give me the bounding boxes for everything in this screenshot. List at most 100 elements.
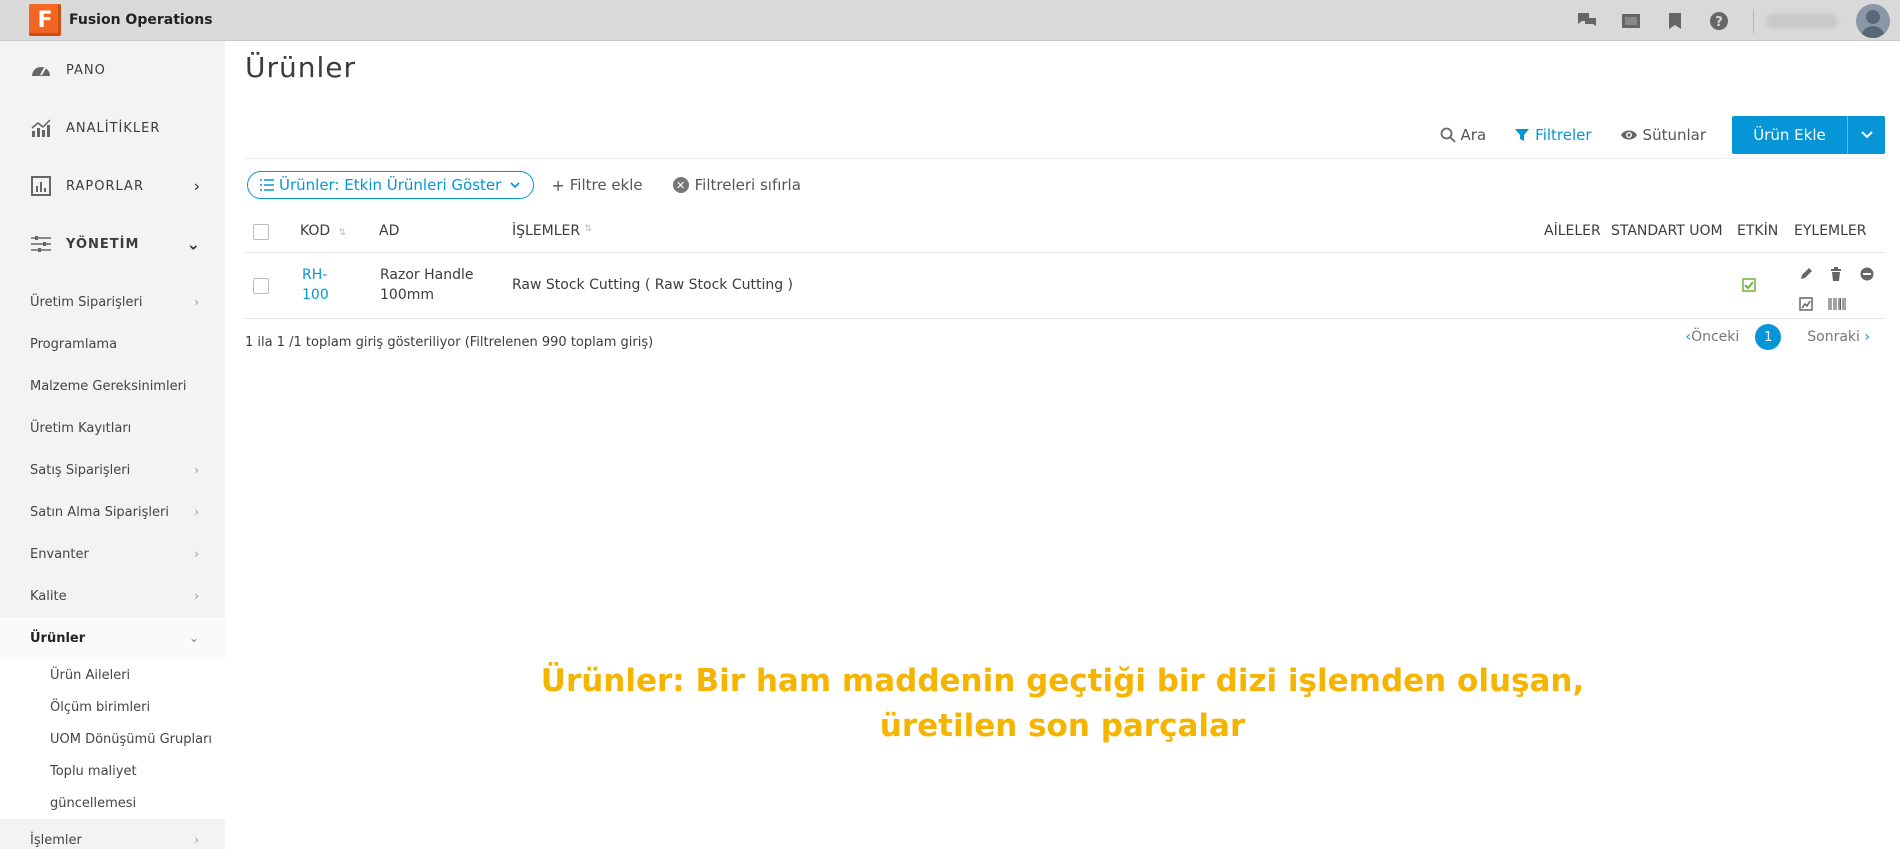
- nav-analytics[interactable]: ANALİTİKLER: [0, 99, 225, 157]
- sidebar-item-operations[interactable]: İşlemler ›: [0, 819, 225, 849]
- sidebar-item-inventory[interactable]: Envanter ›: [0, 533, 225, 575]
- filter-icon: [1515, 129, 1530, 141]
- top-bar: F Fusion Operations ?: [0, 0, 1900, 41]
- sidebar-item-bulk-cost[interactable]: Toplu maliyet: [0, 755, 225, 787]
- search-label: Ara: [1460, 126, 1487, 144]
- delete-icon[interactable]: [1828, 266, 1844, 282]
- chat-icon[interactable]: [1575, 9, 1599, 33]
- sidebar-item-quality[interactable]: Kalite ›: [0, 575, 225, 617]
- app-logo[interactable]: F: [29, 4, 61, 36]
- sidebar: PANO ANALİTİKLER RAPORLAR › YÖNETİM ⌄ Ür…: [0, 41, 225, 849]
- top-icons: ?: [1565, 0, 1900, 41]
- edit-icon[interactable]: [1798, 266, 1814, 282]
- help-icon[interactable]: ?: [1707, 9, 1731, 33]
- sidebar-item-sales-orders[interactable]: Satış Siparişleri ›: [0, 449, 225, 491]
- plus-icon: +: [551, 175, 565, 195]
- chevron-down-icon: [1860, 131, 1873, 139]
- filters-button[interactable]: Filtreler: [1514, 126, 1592, 144]
- product-name: Razor Handle 100mm: [380, 265, 474, 305]
- page-1-button[interactable]: 1: [1755, 324, 1782, 350]
- add-product-dropdown[interactable]: [1847, 116, 1885, 154]
- sidebar-item-label: güncellemesi: [50, 795, 137, 811]
- chevron-right-icon: ›: [193, 176, 201, 196]
- column-header-code[interactable]: KOD ⇅: [300, 223, 346, 239]
- search-icon: [1440, 127, 1456, 143]
- dashboard-icon: [30, 60, 52, 80]
- sidebar-item-product-families[interactable]: Ürün Aileleri: [0, 659, 225, 691]
- column-header-active[interactable]: ETKİN: [1737, 223, 1778, 239]
- code-line: RH-: [302, 267, 328, 283]
- filters-label: Filtreler: [1535, 126, 1592, 144]
- chevron-right-icon: ›: [194, 463, 199, 477]
- add-product-button[interactable]: Ürün Ekle: [1732, 116, 1847, 154]
- active-filter-chip[interactable]: Ürünler: Etkin Ürünleri Göster: [247, 171, 535, 199]
- sidebar-item-label: Toplu maliyet: [50, 763, 137, 779]
- page-title: Ürünler: [245, 51, 357, 84]
- search-button[interactable]: Ara: [1440, 126, 1487, 144]
- sidebar-item-label: Kalite: [30, 588, 67, 604]
- product-operations: Raw Stock Cutting ( Raw Stock Cutting ): [512, 277, 794, 293]
- sidebar-item-products[interactable]: Ürünler ⌄: [0, 617, 225, 659]
- sidebar-item-production-orders[interactable]: Üretim Siparişleri ›: [0, 281, 225, 323]
- chevron-right-icon: ›: [194, 295, 199, 309]
- column-header-families[interactable]: AİLELER: [1544, 223, 1601, 239]
- bookmark-icon[interactable]: [1663, 9, 1687, 33]
- column-header-actions: EYLEMLER: [1794, 223, 1867, 239]
- sidebar-item-label: Ürün Aileleri: [50, 667, 131, 683]
- chevron-right-icon: ›: [194, 833, 199, 847]
- nav-label: ANALİTİKLER: [66, 120, 161, 136]
- nav-label: RAPORLAR: [66, 178, 144, 194]
- sidebar-item-production-records[interactable]: Üretim Kayıtları: [0, 407, 225, 449]
- sidebar-item-label: Ürünler: [30, 630, 86, 646]
- filter-bar: Ürünler: Etkin Ürünleri Göster + Filtre …: [247, 171, 801, 199]
- nav-dashboard[interactable]: PANO: [0, 41, 225, 99]
- sidebar-item-label: Satın Alma Siparişleri: [30, 504, 169, 520]
- sidebar-item-uom-groups[interactable]: UOM Dönüşümü Grupları: [0, 723, 225, 755]
- sidebar-item-scheduling[interactable]: Programlama: [0, 323, 225, 365]
- nav-reports[interactable]: RAPORLAR ›: [0, 157, 225, 215]
- table-header: KOD ⇅ AD ⇅ İŞLEMLER AİLELER STANDART UOM…: [245, 211, 1885, 253]
- sidebar-item-label: Programlama: [30, 336, 118, 352]
- app-title[interactable]: Fusion Operations: [69, 12, 213, 28]
- eye-icon: [1620, 130, 1637, 140]
- screen-icon[interactable]: [1619, 9, 1643, 33]
- column-header-standard-uom[interactable]: STANDART UOM: [1611, 223, 1723, 239]
- product-code-link[interactable]: RH- 100: [302, 265, 342, 305]
- sidebar-item-label: Ölçüm birimleri: [50, 699, 151, 715]
- reset-filters-button[interactable]: ✕ Filtreleri sıfırla: [672, 176, 801, 194]
- next-page-button[interactable]: Sonraki ›: [1807, 329, 1870, 345]
- nav-management[interactable]: YÖNETİM ⌄: [0, 215, 225, 273]
- column-header-operations[interactable]: İŞLEMLER: [512, 223, 580, 239]
- caption-line: Ürünler: Bir ham maddenin geçtiği bir di…: [540, 663, 1585, 699]
- name-line: Razor Handle: [380, 267, 474, 283]
- sidebar-item-material-requirements[interactable]: Malzeme Gereksinimleri: [0, 365, 225, 407]
- add-product-button-group: Ürün Ekle: [1732, 116, 1885, 154]
- row-checkbox[interactable]: [253, 278, 269, 294]
- pagination: ‹Önceki 1 Sonraki ›: [1685, 324, 1870, 350]
- nav-label: YÖNETİM: [66, 236, 140, 252]
- divider: [245, 158, 1885, 159]
- sort-icon: ⇅: [584, 224, 592, 234]
- caption-overlay: Ürünler: Bir ham maddenin geçtiği bir di…: [225, 659, 1900, 749]
- toolbar: Ara Filtreler Sütunlar Ürün Ekle: [1412, 116, 1885, 154]
- chevron-right-icon: ›: [194, 589, 199, 603]
- columns-button[interactable]: Sütunlar: [1620, 126, 1706, 144]
- select-all-checkbox[interactable]: [253, 224, 269, 240]
- sidebar-item-bulk-cost-update[interactable]: güncellemesi: [0, 787, 225, 819]
- chart-icon[interactable]: [1798, 296, 1814, 312]
- chevron-right-icon: ›: [194, 547, 199, 561]
- next-label: Sonraki: [1807, 329, 1860, 345]
- prev-page-button[interactable]: ‹Önceki: [1685, 329, 1739, 345]
- reports-icon: [30, 176, 52, 196]
- sidebar-item-units[interactable]: Ölçüm birimleri: [0, 691, 225, 723]
- name-line: 100mm: [380, 287, 434, 303]
- svg-text:?: ?: [1715, 15, 1723, 30]
- main-content: Ürünler Ara Filtreler Sütunlar Ürün Ekle…: [225, 41, 1900, 849]
- user-name[interactable]: [1766, 13, 1838, 28]
- sidebar-item-purchase-orders[interactable]: Satın Alma Siparişleri ›: [0, 491, 225, 533]
- barcode-icon[interactable]: [1828, 296, 1846, 312]
- analytics-icon: [30, 118, 52, 138]
- add-filter-button[interactable]: + Filtre ekle: [551, 176, 642, 195]
- avatar[interactable]: [1856, 3, 1890, 38]
- disable-icon[interactable]: [1859, 266, 1875, 282]
